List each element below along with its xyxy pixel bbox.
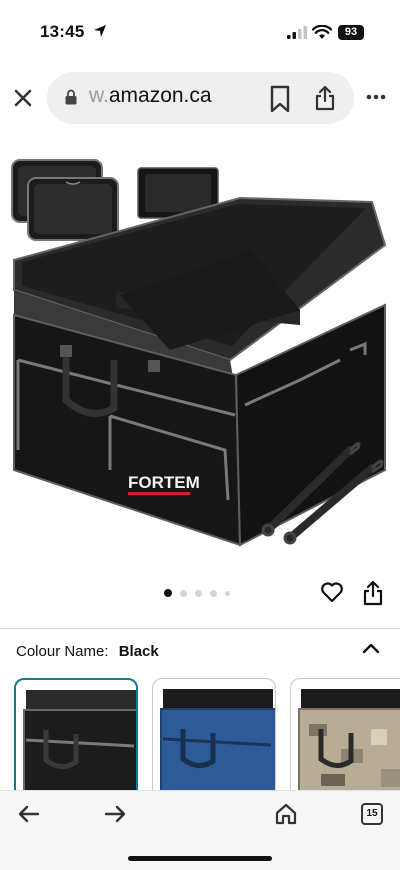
address-bar[interactable]: w.amazon.ca [47,72,354,124]
colour-label: Colour Name: [16,643,109,660]
status-time: 13:45 [40,22,85,41]
image-carousel-dots[interactable] [164,589,230,597]
wifi-icon [312,25,332,39]
lock-icon [65,89,77,105]
home-icon[interactable] [274,802,298,826]
tab-count-button[interactable]: 15 [361,803,383,825]
carousel-dot[interactable] [164,589,172,597]
carousel-dot[interactable] [225,590,230,596]
heart-icon[interactable] [320,581,344,603]
swatch-camo-image [298,689,400,807]
back-arrow-icon[interactable] [18,805,40,823]
share-icon[interactable] [362,580,384,606]
bookmark-icon[interactable] [269,85,291,113]
colour-swatch-blue[interactable] [152,678,276,808]
status-bar: 13:45 93 [0,0,400,60]
product-image[interactable]: FORTEM [0,150,400,565]
swatch-black-image [23,690,136,806]
carousel-dot[interactable] [180,589,187,597]
colour-swatch-black[interactable] [14,678,138,808]
carousel-dot[interactable] [210,589,217,597]
url-prefix: w. [89,84,109,107]
close-icon[interactable] [11,86,35,110]
fortem-logo-text: FORTEM [128,473,200,492]
home-indicator [128,856,272,861]
cellular-signal-icon [287,26,307,39]
organizer-box-image [13,196,387,547]
chevron-up-icon[interactable] [362,642,380,654]
url-text: w.amazon.ca [89,84,212,108]
location-arrow-icon [94,25,106,37]
fortem-logo: FORTEM [128,473,200,495]
forward-arrow-icon[interactable] [104,805,126,823]
url-domain: amazon.ca [108,84,212,107]
swatch-blue-image [160,689,275,807]
section-divider [0,628,400,629]
battery-indicator: 93 [338,25,364,40]
more-icon[interactable] [366,94,386,100]
carousel-dot[interactable] [195,589,202,597]
browser-url-row: w.amazon.ca [0,70,400,126]
colour-swatch-camo[interactable] [290,678,400,808]
share-icon[interactable] [314,85,336,111]
colour-value: Black [118,643,159,660]
colour-selector-header[interactable]: Colour Name: Black [16,643,159,660]
